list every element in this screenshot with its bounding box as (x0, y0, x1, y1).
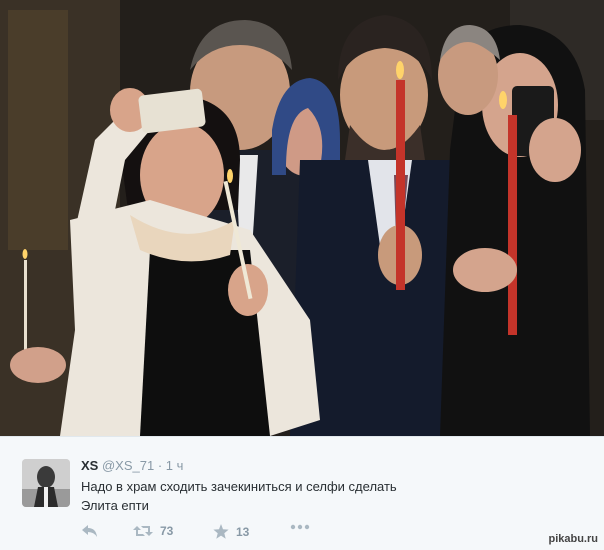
user-name[interactable]: XS (81, 458, 98, 473)
favorite-count: 13 (236, 524, 250, 539)
watermark: pikabu.ru (548, 533, 598, 545)
more-button[interactable] (290, 524, 310, 530)
tweet-timestamp[interactable]: 1 ч (166, 458, 184, 473)
retweet-count: 73 (160, 524, 174, 538)
tweet-header: XS @XS_71 · 1 ч (81, 458, 183, 473)
tweet-text-line-1: Надо в храм сходить зачекиниться и селфи… (81, 479, 397, 494)
user-handle[interactable]: @XS_71 (102, 458, 154, 473)
reply-icon (82, 525, 97, 537)
tweet-text: Надо в храм сходить зачекиниться и селфи… (81, 477, 397, 515)
separator-dot: · (157, 458, 163, 473)
more-icon (290, 524, 310, 530)
tweet-photo[interactable] (0, 0, 604, 436)
retweet-icon (133, 526, 153, 536)
retweet-button[interactable]: 73 (133, 524, 173, 538)
avatar-image (22, 459, 70, 507)
favorite-button[interactable]: 13 (213, 524, 249, 539)
tweet-card: XS @XS_71 · 1 ч Надо в храм сходить заче… (0, 436, 604, 550)
church-selfie-image (0, 0, 604, 436)
reply-button[interactable] (81, 524, 98, 538)
user-avatar[interactable] (22, 459, 70, 507)
tweet-text-line-2: Элита епти (81, 498, 149, 513)
star-icon (213, 524, 229, 539)
